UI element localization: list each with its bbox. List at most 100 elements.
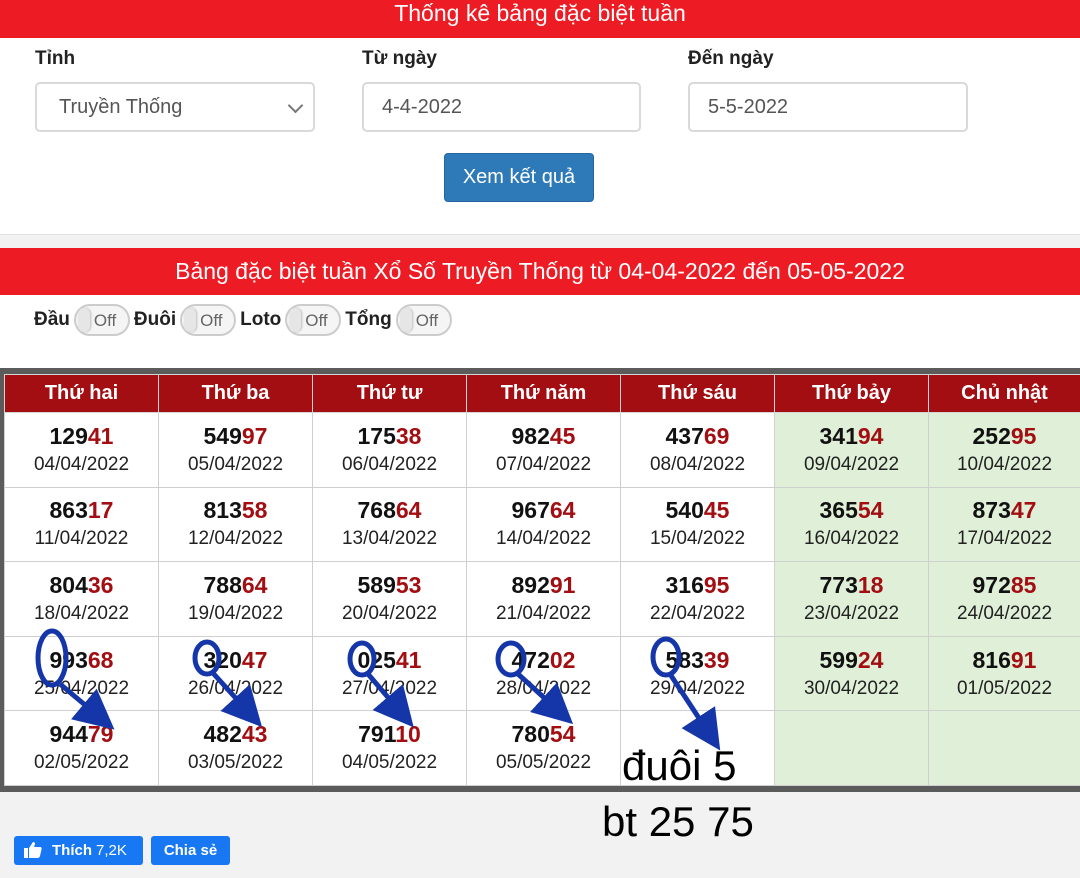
result-number: 59924 bbox=[775, 646, 928, 674]
toggle-knob bbox=[399, 308, 412, 332]
result-date: 10/04/2022 bbox=[956, 453, 1053, 475]
result-date: 08/04/2022 bbox=[649, 453, 746, 475]
number-tail: 41 bbox=[395, 646, 422, 673]
number-tail: 94 bbox=[857, 422, 884, 449]
number-head: 791 bbox=[358, 721, 396, 748]
number-head: 892 bbox=[511, 571, 550, 598]
result-cell: 99368 25/04/2022 bbox=[4, 635, 159, 712]
result-cell: 79110 04/05/2022 bbox=[312, 710, 467, 786]
result-cell: 94479 02/05/2022 bbox=[4, 710, 159, 786]
result-cell: 76864 13/04/2022 bbox=[312, 486, 467, 563]
number-tail: 36 bbox=[87, 571, 114, 598]
number-head: 341 bbox=[819, 422, 858, 449]
number-tail: 45 bbox=[549, 422, 576, 449]
number-head: 982 bbox=[511, 422, 550, 449]
result-number: 98245 bbox=[467, 422, 620, 450]
number-tail: 02 bbox=[549, 646, 576, 673]
column-header: Thứ tư bbox=[312, 374, 467, 413]
toggle-loto-switch[interactable]: Off bbox=[285, 304, 342, 336]
result-cell: 78054 05/05/2022 bbox=[466, 710, 621, 786]
number-tail: 58 bbox=[241, 497, 268, 524]
result-cell: 89291 21/04/2022 bbox=[466, 561, 621, 637]
result-number: 87347 bbox=[929, 496, 1080, 524]
toggle-label-duoi: Đuôi bbox=[133, 309, 177, 330]
result-cell: 02541 27/04/2022 bbox=[312, 635, 467, 712]
result-number: 43769 bbox=[621, 422, 774, 450]
page-title: Thống kê bảng đặc biệt tuần bbox=[394, 0, 686, 26]
number-head: 944 bbox=[49, 721, 88, 748]
number-tail: 91 bbox=[549, 571, 576, 598]
result-cell: 17538 06/04/2022 bbox=[312, 412, 467, 488]
result-date: 04/04/2022 bbox=[33, 453, 130, 475]
result-date: 06/04/2022 bbox=[341, 453, 438, 475]
number-head: 472 bbox=[511, 646, 550, 673]
result-date: 26/04/2022 bbox=[187, 677, 284, 699]
province-label: Tỉnh bbox=[35, 48, 76, 69]
annotation-note-numbers: bt 25 75 bbox=[602, 798, 754, 845]
table-row: 86317 11/04/2022 81358 12/04/2022 76864 13/04… bbox=[4, 486, 1080, 563]
result-number: 58953 bbox=[313, 571, 466, 599]
annotation-note-tail: đuôi 5 bbox=[622, 742, 737, 789]
number-head: 813 bbox=[203, 497, 242, 524]
result-number: 12941 bbox=[5, 422, 158, 450]
number-tail: 54 bbox=[549, 721, 576, 748]
result-date: 30/04/2022 bbox=[803, 677, 900, 699]
toggle-duoi-switch[interactable]: Off bbox=[180, 304, 237, 336]
result-date: 18/04/2022 bbox=[33, 602, 130, 624]
result-date: 04/05/2022 bbox=[341, 752, 438, 774]
result-number: 34194 bbox=[775, 422, 928, 450]
number-head: 816 bbox=[972, 646, 1011, 673]
result-number: 25295 bbox=[929, 422, 1080, 450]
view-results-button[interactable]: Xem kết quả bbox=[444, 153, 594, 202]
toggle-label-tong: Tổng bbox=[345, 309, 392, 330]
footer-bar bbox=[0, 792, 1080, 878]
result-cell: 86317 11/04/2022 bbox=[4, 486, 159, 563]
column-header: Thứ năm bbox=[466, 374, 621, 413]
result-date: 15/04/2022 bbox=[649, 528, 746, 550]
toggle-dau-switch[interactable]: Off bbox=[73, 304, 130, 336]
from-date-input[interactable]: 4-4-2022 bbox=[362, 82, 641, 132]
from-date-label: Từ ngày bbox=[362, 48, 437, 69]
result-date: 13/04/2022 bbox=[341, 528, 438, 550]
result-number: 54997 bbox=[159, 422, 312, 450]
toggle-knob bbox=[77, 308, 90, 332]
number-head: 993 bbox=[49, 646, 88, 673]
result-number: 86317 bbox=[5, 496, 158, 524]
display-toggles: Đầu Off Đuôi Off Loto Off Tổng Off bbox=[34, 300, 456, 340]
facebook-share-button[interactable]: Chia sẻ bbox=[151, 836, 230, 865]
result-number: 89291 bbox=[467, 571, 620, 599]
number-tail: 54 bbox=[857, 497, 884, 524]
result-number: 79110 bbox=[313, 720, 466, 748]
result-number: 32047 bbox=[159, 646, 312, 674]
facebook-like-button[interactable]: Thích 7,2K bbox=[14, 836, 143, 865]
result-cell: 43769 08/04/2022 bbox=[620, 412, 775, 488]
number-tail: 53 bbox=[395, 571, 422, 598]
result-cell: 58339 29/04/2022 bbox=[620, 635, 775, 712]
number-tail: 10 bbox=[395, 721, 421, 748]
result-cell: 97285 24/04/2022 bbox=[928, 561, 1080, 637]
result-number: 76864 bbox=[313, 496, 466, 524]
toggle-tong-switch[interactable]: Off bbox=[395, 304, 452, 336]
result-cell: 59924 30/04/2022 bbox=[774, 635, 929, 712]
result-cell bbox=[928, 710, 1080, 786]
province-select[interactable]: Truyền Thống bbox=[35, 82, 315, 132]
result-cell: 36554 16/04/2022 bbox=[774, 486, 929, 563]
result-date: 21/04/2022 bbox=[495, 602, 592, 624]
table-title: Bảng đặc biệt tuần Xổ Số Truyền Thống từ… bbox=[0, 248, 1080, 295]
number-head: 549 bbox=[203, 422, 242, 449]
result-cell: 34194 09/04/2022 bbox=[774, 412, 929, 488]
to-date-input[interactable]: 5-5-2022 bbox=[688, 82, 968, 132]
result-cell: 58953 20/04/2022 bbox=[312, 561, 467, 637]
result-date: 23/04/2022 bbox=[803, 602, 900, 624]
result-number: 58339 bbox=[621, 646, 774, 674]
number-head: 175 bbox=[357, 422, 396, 449]
result-cell: 31695 22/04/2022 bbox=[620, 561, 775, 637]
number-head: 583 bbox=[665, 646, 704, 673]
result-cell: 12941 04/04/2022 bbox=[4, 412, 159, 488]
result-number: 48243 bbox=[159, 720, 312, 748]
result-date: 22/04/2022 bbox=[649, 602, 746, 624]
number-tail: 69 bbox=[703, 422, 730, 449]
result-cell: 54997 05/04/2022 bbox=[158, 412, 313, 488]
number-tail: 79 bbox=[87, 721, 114, 748]
table-header-row: Thứ hai Thứ ba Thứ tư Thứ năm Thứ sáu Th… bbox=[4, 374, 1080, 413]
